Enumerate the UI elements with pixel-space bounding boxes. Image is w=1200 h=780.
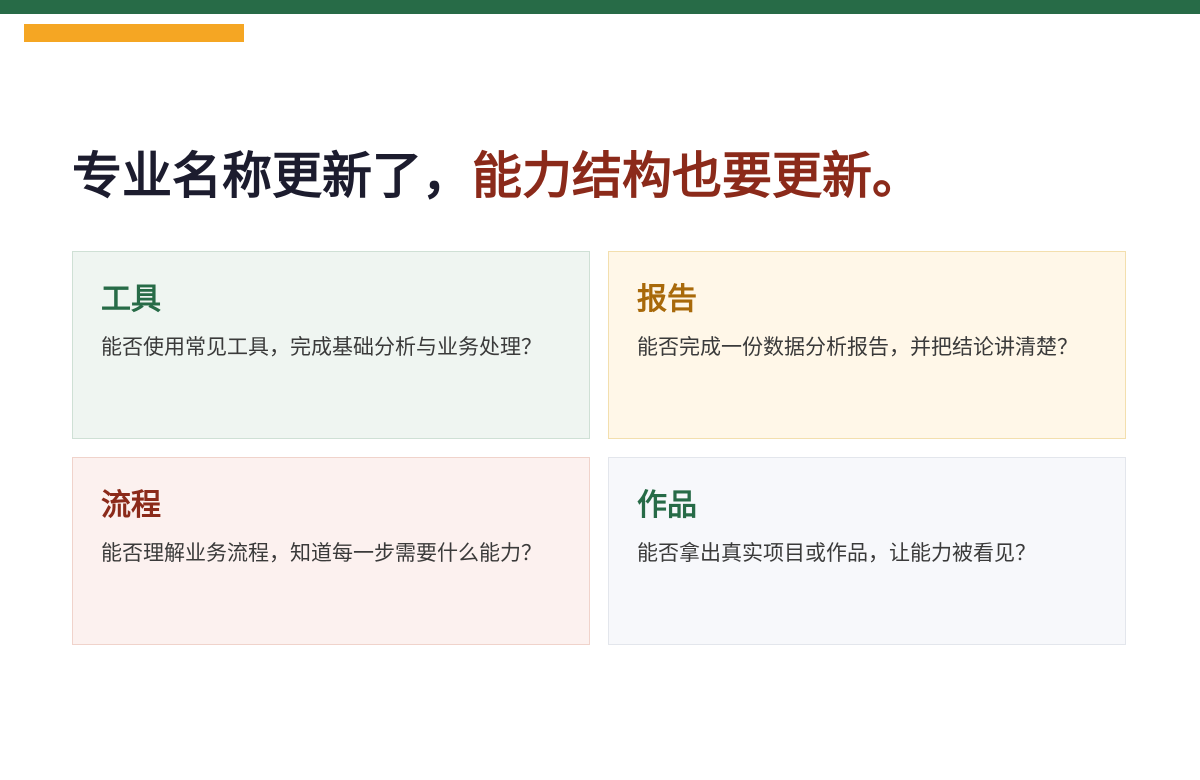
card-title: 工具: [101, 282, 161, 317]
card-tools: 工具 能否使用常见工具，完成基础分析与业务处理？: [72, 251, 590, 439]
card-description: 能否完成一份数据分析报告，并把结论讲清楚？: [637, 335, 1078, 359]
card-description: 能否使用常见工具，完成基础分析与业务处理？: [101, 335, 542, 359]
card-title: 作品: [637, 488, 697, 523]
card-works: 作品 能否拿出真实项目或作品，让能力被看见？: [608, 457, 1126, 645]
card-description: 能否理解业务流程，知道每一步需要什么能力？: [101, 541, 542, 565]
card-title: 流程: [101, 488, 161, 523]
card-report: 报告 能否完成一份数据分析报告，并把结论讲清楚？: [608, 251, 1126, 439]
page-title: 专业名称更新了，能力结构也要更新。: [72, 140, 922, 212]
card-process: 流程 能否理解业务流程，知道每一步需要什么能力？: [72, 457, 590, 645]
accent-bar: [24, 24, 244, 42]
page-title-part1: 专业名称更新了，: [72, 147, 472, 205]
card-title: 报告: [637, 282, 697, 317]
top-banner-bar: [0, 0, 1200, 14]
card-description: 能否拿出真实项目或作品，让能力被看见？: [637, 541, 1036, 565]
page-title-part2: 能力结构也要更新。: [472, 147, 922, 205]
